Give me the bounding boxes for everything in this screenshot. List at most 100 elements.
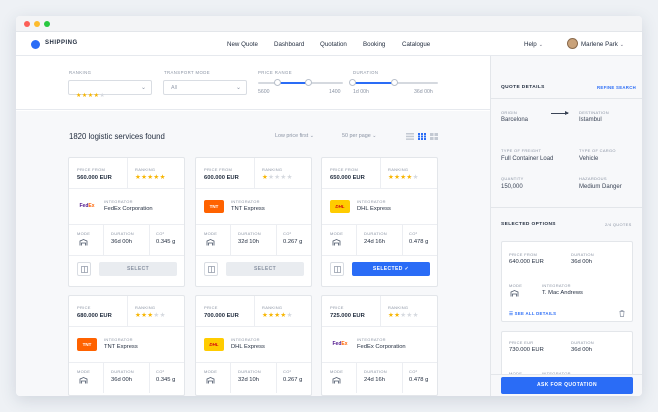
freight-value: Full Container Load [501,156,554,162]
duration-label: DURATION [364,369,387,374]
duration-label: DURATION [238,231,261,236]
option-mode-label: MODE [509,283,523,288]
sort-select[interactable]: Low price first ⌄ [275,133,314,139]
option-integrator-label: INTEGRATOR [542,283,571,288]
price-label: PRICE FROM [330,167,359,172]
nav-catalogue[interactable]: Catalogue [402,41,430,48]
nav-new-quote[interactable]: New Quote [227,41,258,48]
ranking-label: RANKING [262,305,283,310]
title-bar [16,16,642,32]
service-card[interactable]: PRICE 680.000 EUR RANKING ★★★★★ TNT INTEGRATO… [68,295,185,396]
duration-max-handle[interactable] [391,79,398,86]
duration-min-value: 1d 00h [353,89,369,95]
divider [491,98,642,99]
price-min-value: 5600 [258,89,270,95]
ranking-select[interactable]: ★★★★★ ⌄ [68,80,152,99]
service-card[interactable]: PRICE FROM 600.000 EUR RANKING ★★★★★ TNT INTE… [195,157,312,287]
quote-details-title: QUOTE DETAILS [501,85,545,90]
option-price-label: PRICE EUR [509,340,534,345]
selected-button[interactable]: SELECTED ✓ [352,262,430,276]
chevron-down-icon: ⌄ [372,133,377,139]
nav-booking[interactable]: Booking [363,41,385,48]
option-price: 640.000 EUR [509,259,544,265]
transport-mode-select[interactable]: All ⌄ [163,80,247,95]
duration-label: DURATION [238,369,261,374]
trash-icon[interactable] [619,310,625,317]
truck-icon [79,377,88,384]
duration-value: 32d 10h [238,239,259,245]
list-view-icon[interactable] [406,133,414,140]
destination-label: DESTINATION [579,110,609,115]
service-card[interactable]: PRICE 725.000 EUR RANKING ★★★★★ FedEx INTEGRA… [321,295,438,396]
truck-icon [332,377,341,384]
duration-label: DURATION [111,369,134,374]
mode-label: MODE [77,231,91,236]
compare-button[interactable] [77,262,91,276]
nav-dashboard[interactable]: Dashboard [274,41,304,48]
price-value: 680.000 EUR [77,313,112,319]
refine-search-link[interactable]: REFINE SEARCH [597,85,636,90]
origin-label: ORIGIN [501,110,518,115]
minimize-window-icon[interactable] [34,21,40,27]
service-card[interactable]: PRICE FROM 650.000 EUR RANKING ★★★★★ DHL INTE… [321,157,438,287]
duration-label: DURATION [364,231,387,236]
service-card[interactable]: PRICE FROM 560.000 EUR RANKING ★★★★★ FedEx IN… [68,157,185,287]
price-min-handle[interactable] [274,79,281,86]
quantity-label: QUANTITY [501,176,524,181]
tile-view-icon[interactable] [430,133,438,140]
select-button[interactable]: SELECT [226,262,304,276]
close-window-icon[interactable] [24,21,30,27]
compare-button[interactable] [330,262,344,276]
integrator-value: TNT Express [104,344,138,350]
co2-value: 0.345 g [156,239,176,245]
chevron-down-icon: ⌄ [538,41,543,48]
dhl-logo: DHL [330,200,350,213]
transport-filter-label: TRANSPORT MODE [164,70,211,75]
integrator-label: INTEGRATOR [104,337,133,342]
nav-quotation[interactable]: Quotation [320,41,347,48]
selected-options-title: SELECTED OPTIONS [501,222,556,227]
price-max-handle[interactable] [305,79,312,86]
cargo-label: TYPE OF CARGO [579,148,616,153]
ask-for-quotation-button[interactable]: ASK FOR QUOTATION [501,377,633,394]
hazard-label: HAZARDOUS [579,176,607,181]
per-page-select[interactable]: 50 per page ⌄ [342,133,376,139]
help-label: Help [524,40,537,48]
origin-value: Barcelona [501,117,529,123]
see-all-details-link[interactable]: ☰ SEE ALL DETAILS [509,311,556,317]
grid-view-icon[interactable] [418,133,426,140]
route-arrow-icon [551,111,569,115]
selected-count: 2/4 QUOTES [605,222,632,227]
user-menu[interactable]: Marlene Park ⌄ [581,41,624,48]
compare-icon [334,266,341,273]
transport-mode-value: All [171,85,177,91]
results-count: 1820 logistic services found [69,132,165,141]
integrator-value: FedEx Corporation [104,206,153,212]
ranking-label: RANKING [388,167,409,172]
sort-value: Low price first [275,133,309,139]
brand-name[interactable]: SHIPPING [45,40,78,46]
integrator-label: INTEGRATOR [357,199,386,204]
ranking-select-stars: ★★★★★ [76,93,106,99]
service-card[interactable]: PRICE 700.000 EUR RANKING ★★★★★ DHL INTEGRATO… [195,295,312,396]
ranking-stars: ★★★★★ [135,174,166,181]
select-button-label: SELECTED [372,266,403,272]
chevron-down-icon: ⌄ [309,133,314,139]
truck-icon [206,377,215,384]
mode-label: MODE [330,231,344,236]
avatar[interactable] [567,38,578,49]
maximize-window-icon[interactable] [44,21,50,27]
price-value: 725.000 EUR [330,313,365,319]
integrator-label: INTEGRATOR [104,199,133,204]
select-button[interactable]: SELECT [99,262,177,276]
duration-min-handle[interactable] [349,79,356,86]
app-window: SHIPPING New Quote Dashboard Quotation B… [16,16,642,396]
price-range-fill [278,82,308,84]
truck-icon [510,290,519,297]
co2-value: 0.267 g [283,239,303,245]
list-icon: ☰ [509,311,514,316]
compare-button[interactable] [204,262,218,276]
truck-icon [332,239,341,246]
ranking-label: RANKING [135,167,156,172]
help-menu[interactable]: Help ⌄ [524,41,543,48]
